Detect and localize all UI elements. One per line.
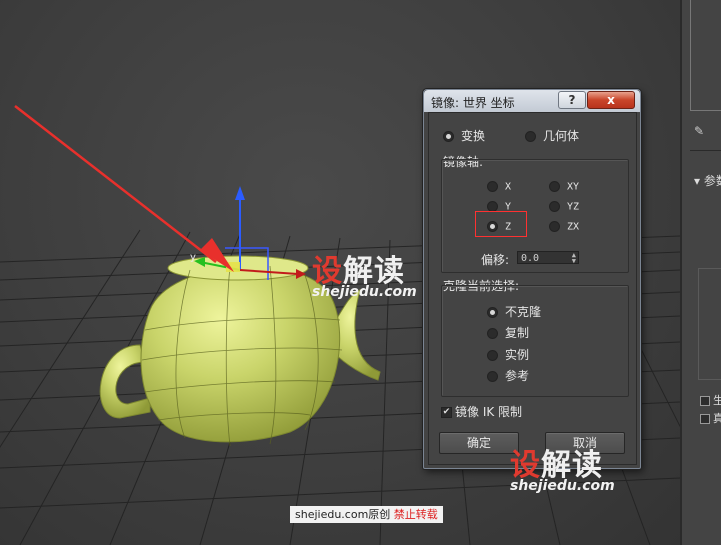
radio-copy[interactable]: 复制 xyxy=(487,324,529,341)
watermark-url: shejiedu.com xyxy=(312,284,417,300)
radio-selected-icon xyxy=(487,307,498,318)
radio-label: YZ xyxy=(567,201,580,213)
radio-label: 变换 xyxy=(461,129,486,143)
pin-icon[interactable]: ✎ xyxy=(694,124,704,138)
offset-label: 偏移: xyxy=(481,253,510,267)
dialog-title: 镜像: 世界 坐标 xyxy=(431,96,515,110)
radio-instance[interactable]: 实例 xyxy=(487,346,529,363)
watermark: 设解读 shejiedu.com xyxy=(312,246,417,300)
radio-label: 参考 xyxy=(505,369,530,383)
spinner-arrows-icon[interactable]: ▲ ▼ xyxy=(572,252,576,265)
ok-button[interactable]: 确定 xyxy=(439,432,519,454)
radio-icon xyxy=(525,131,536,142)
collapse-icon: ▾ xyxy=(694,174,704,188)
radio-no-clone[interactable]: 不克隆 xyxy=(487,303,541,320)
axis-y-label: y xyxy=(190,252,196,263)
radio-icon xyxy=(487,328,498,339)
radio-icon xyxy=(487,350,498,361)
watermark-url: shejiedu.com xyxy=(510,478,615,494)
radio-label: 几何体 xyxy=(543,129,580,143)
radio-icon xyxy=(487,181,498,192)
radio-label: 不克隆 xyxy=(505,305,542,319)
radio-label: 复制 xyxy=(505,326,530,340)
mirror-ik-checkbox[interactable]: ✔ 镜像 IK 限制 xyxy=(441,403,522,420)
close-button[interactable]: x xyxy=(587,91,635,109)
credit-text: shejiedu.com原创 xyxy=(295,508,391,521)
checkbox-label: 真 xyxy=(713,412,721,425)
radio-icon xyxy=(487,371,498,382)
checkbox-label: 生 xyxy=(713,394,721,407)
dialog-content: 变换 几何体 镜像轴: X XY Y YZ Z ZX 偏移: 0.0 ▲ ▼ 克隆当… xyxy=(428,112,637,465)
panel-checkbox-2[interactable]: 真 xyxy=(700,410,721,426)
offset-value: 0.0 xyxy=(521,253,540,264)
offset-spinner[interactable]: 0.0 ▲ ▼ xyxy=(517,251,579,265)
divider xyxy=(690,150,721,151)
radio-label: 实例 xyxy=(505,348,530,362)
rollout-label: 参数 xyxy=(703,174,721,188)
radio-transform[interactable]: 变换 xyxy=(443,127,485,144)
credit-warning: 禁止转载 xyxy=(393,508,438,521)
radio-label: XY xyxy=(567,181,580,193)
checkbox-icon xyxy=(700,414,710,424)
highlight-box xyxy=(475,211,527,237)
parameter-group xyxy=(698,268,721,380)
tutorial-arrow xyxy=(14,105,234,272)
help-button[interactable]: ? xyxy=(558,91,586,109)
command-panel: ✎ ▾ 参数 生 真 xyxy=(680,0,721,545)
clone-group xyxy=(441,285,629,397)
radio-reference[interactable]: 参考 xyxy=(487,367,529,384)
radio-geometry[interactable]: 几何体 xyxy=(525,127,579,144)
radio-axis-x[interactable]: X xyxy=(487,181,511,193)
watermark: 设解读 shejiedu.com xyxy=(510,440,615,494)
checkbox-icon xyxy=(700,396,710,406)
radio-axis-zx[interactable]: ZX xyxy=(549,221,579,233)
credit-badge: shejiedu.com原创 禁止转载 xyxy=(290,506,443,523)
radio-icon xyxy=(549,181,560,192)
panel-checkbox-1[interactable]: 生 xyxy=(700,392,721,408)
radio-icon xyxy=(549,221,560,232)
checkmark-icon: ✔ xyxy=(441,407,452,418)
checkbox-label: 镜像 IK 限制 xyxy=(455,405,523,419)
radio-axis-xy[interactable]: XY xyxy=(549,181,579,193)
mirror-dialog: 镜像: 世界 坐标 ? x 变换 几何体 镜像轴: X XY Y YZ Z ZX… xyxy=(423,89,641,469)
parameters-rollout[interactable]: ▾ 参数 xyxy=(694,172,721,189)
radio-label: X xyxy=(505,181,512,193)
radio-label: ZX xyxy=(567,221,580,233)
radio-axis-yz[interactable]: YZ xyxy=(549,201,579,213)
radio-selected-icon xyxy=(443,131,454,142)
dialog-titlebar[interactable]: 镜像: 世界 坐标 ? x xyxy=(424,90,640,112)
command-panel-list xyxy=(690,0,721,111)
radio-icon xyxy=(549,201,560,212)
